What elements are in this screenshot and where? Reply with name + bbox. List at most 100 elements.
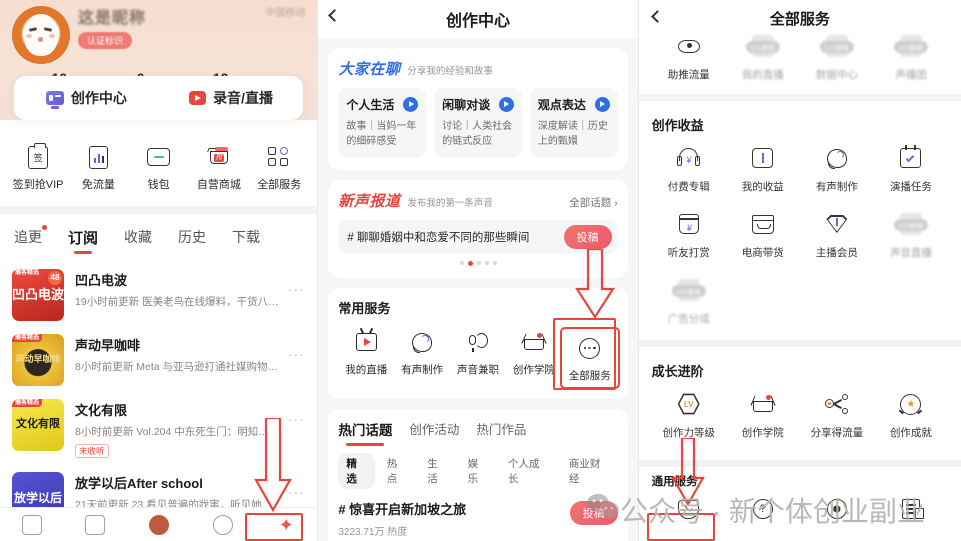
- service-ad-share-locked[interactable]: 广告分成 LV1解锁: [652, 276, 726, 326]
- podcast-cover: 播客精选 文化有限: [12, 399, 64, 451]
- service-audio-production[interactable]: 有声制作: [394, 329, 450, 387]
- talk-chip[interactable]: 个人生活 故事｜当妈一年的细碎感受: [338, 88, 427, 158]
- hot-topic-title[interactable]: # 惊喜开启新加坡之旅: [338, 499, 569, 518]
- wechat-icon: [587, 494, 619, 519]
- bucket-yuan-icon: ¥: [652, 210, 726, 238]
- quick-self-shop[interactable]: 抢 自营商城: [189, 144, 249, 192]
- screenshot-stage: 中国移动 这是昵称 认证标识 10 收听(小时): [0, 0, 961, 541]
- pill-business-finance[interactable]: 商业财经: [561, 453, 618, 489]
- quick-data-free[interactable]: 免流量: [68, 144, 128, 192]
- quick-wallet-label: 钱包: [147, 179, 170, 191]
- tab-history[interactable]: 历史: [178, 227, 206, 248]
- quick-wallet[interactable]: 钱包: [129, 144, 189, 192]
- home-icon[interactable]: [21, 514, 42, 535]
- all-topics-link[interactable]: 全部话题 ›: [569, 195, 617, 210]
- service-voice-group-locked-label: 声播团: [895, 69, 927, 81]
- play-icon[interactable]: [594, 97, 610, 112]
- pill-personal-growth[interactable]: 个人成长: [500, 453, 557, 489]
- service-broadcast-task[interactable]: 演播任务: [874, 144, 948, 194]
- service-audio-production[interactable]: 有声制作: [800, 144, 874, 194]
- shop-bag-icon: [726, 210, 800, 238]
- talk-chip-title: 闲聊对谈: [442, 98, 491, 112]
- service-my-live[interactable]: 我的直播: [338, 329, 394, 387]
- hex-lv-icon: LV: [652, 390, 726, 418]
- service-anchor-vip-label: 主播会员: [815, 247, 858, 259]
- tab-favorites[interactable]: 收藏: [124, 227, 152, 248]
- tab-hot-topics[interactable]: 热门话题: [338, 419, 393, 446]
- talk-chip[interactable]: 观点表达 深度解读｜历史上的甄嬛: [529, 88, 618, 158]
- service-creator-academy[interactable]: 创作学院: [726, 390, 800, 440]
- service-ad-share-locked-label: 广告分成: [667, 313, 710, 325]
- service-ecommerce-label: 电商带货: [741, 247, 784, 259]
- list-item[interactable]: 播客精选 声动早咖啡 声动早咖啡 8小时前更新 Meta 与亚马逊打通社媒购物……: [12, 327, 305, 392]
- quick-sign-in-vip[interactable]: 签 签到抢VIP: [8, 142, 68, 192]
- service-ecommerce[interactable]: 电商带货: [726, 210, 800, 260]
- quick-all-services[interactable]: 全部服务: [249, 144, 309, 192]
- service-data-center-locked-label: 数据中心: [815, 69, 858, 81]
- page-title: 全部服务: [769, 10, 830, 28]
- service-flow-boost[interactable]: 助推流量: [652, 32, 726, 82]
- cover-corner-tag: 播客精选: [12, 269, 43, 278]
- list-item-more-icon[interactable]: ···: [288, 347, 306, 362]
- service-all-services[interactable]: 全部服务: [559, 327, 620, 389]
- play-icon[interactable]: [498, 97, 514, 112]
- tab-subscriptions[interactable]: 订阅: [68, 227, 98, 254]
- service-paid-album[interactable]: ¥ 付费专辑: [652, 144, 726, 194]
- service-my-income[interactable]: 我的收益: [726, 144, 800, 194]
- pill-trending[interactable]: 热点: [379, 453, 415, 489]
- post-button[interactable]: 投稿: [563, 225, 612, 249]
- income-section-title: 创作收益: [651, 118, 704, 133]
- profile-badge: 认证标识: [78, 32, 133, 49]
- creator-center-header: 创作中心: [318, 0, 638, 38]
- service-anchor-vip[interactable]: 主播会员: [800, 210, 874, 260]
- record-round-icon[interactable]: [148, 514, 169, 535]
- talk-chip-title: 个人生活: [346, 98, 395, 112]
- tab-follow-updates[interactable]: 追更: [14, 225, 47, 248]
- pill-life-label: 生活: [427, 458, 438, 485]
- talk-card-subtitle: 分享我的经验和故事: [407, 66, 493, 77]
- avatar-blush-left: [26, 34, 32, 38]
- pill-life[interactable]: 生活: [419, 453, 455, 489]
- service-all-services-label: 全部服务: [568, 370, 611, 382]
- avatar[interactable]: [12, 6, 70, 64]
- play-icon[interactable]: [403, 97, 419, 112]
- growth-section: 成长进阶 LV 创作力等级 创作学院 分享得流量 ★ 创作成就: [639, 361, 961, 440]
- tab-hot-works[interactable]: 热门作品: [476, 419, 526, 439]
- news-card-subtitle: 发布我的第一条声音: [407, 198, 493, 209]
- message-icon[interactable]: [212, 514, 233, 535]
- discover-icon[interactable]: [85, 514, 106, 535]
- list-item[interactable]: 播客精选 48 凹凸电波 凹凸电波 19小时前更新 医美老鸟在线爆料，干货八… …: [12, 262, 305, 327]
- record-live-button[interactable]: 录音/直播: [159, 88, 304, 108]
- service-my-live-locked[interactable]: 我的直播 LV1解锁: [726, 32, 800, 82]
- tab-creator-activities[interactable]: 创作活动: [409, 419, 459, 439]
- profile-cta-bar: 创作中心 录音/直播: [14, 76, 304, 120]
- income-card-icon: [726, 144, 800, 172]
- service-creator-achievement[interactable]: ★ 创作成就: [874, 390, 948, 440]
- service-data-center-locked[interactable]: 数据中心 LV1解锁: [800, 32, 874, 82]
- page-title: 创作中心: [446, 13, 511, 30]
- back-chevron-icon[interactable]: [650, 10, 664, 23]
- pill-entertainment[interactable]: 娱乐: [460, 453, 496, 489]
- service-share-for-traffic[interactable]: 分享得流量: [800, 390, 874, 440]
- tab-downloads[interactable]: 下载: [232, 227, 260, 248]
- pill-entertainment-label: 娱乐: [467, 458, 479, 485]
- service-creator-level[interactable]: LV 创作力等级: [652, 390, 726, 440]
- service-voice-group-locked[interactable]: 声播团 LV1解锁: [874, 32, 948, 82]
- service-voice-live-locked[interactable]: 声音直播 LV1解锁: [874, 210, 948, 260]
- service-listener-reward[interactable]: ¥ 听友打赏: [652, 210, 726, 260]
- graduation-cap-icon: [726, 390, 800, 418]
- back-chevron-icon[interactable]: [328, 9, 342, 22]
- talk-chip[interactable]: 闲聊对谈 讨论｜人类社会的链式反应: [434, 88, 522, 158]
- service-voice-job[interactable]: 声音兼职: [450, 329, 506, 387]
- quick-self-shop-label: 自营商城: [196, 179, 241, 191]
- pill-featured[interactable]: 精选: [338, 453, 375, 489]
- pill-business-finance-label: 商业财经: [568, 458, 601, 485]
- service-creator-academy[interactable]: 创作学院: [506, 329, 562, 387]
- panel-all-services: 全部服务 助推流量 我的直播 LV1解锁 数据中心 LV1解锁 声播团 LV1解…: [638, 0, 961, 541]
- section-divider: [638, 94, 961, 101]
- tab-hot-topics-label: 热门话题: [338, 423, 393, 438]
- creator-center-button[interactable]: 创作中心: [14, 88, 159, 109]
- list-item-more-icon[interactable]: ···: [288, 282, 306, 297]
